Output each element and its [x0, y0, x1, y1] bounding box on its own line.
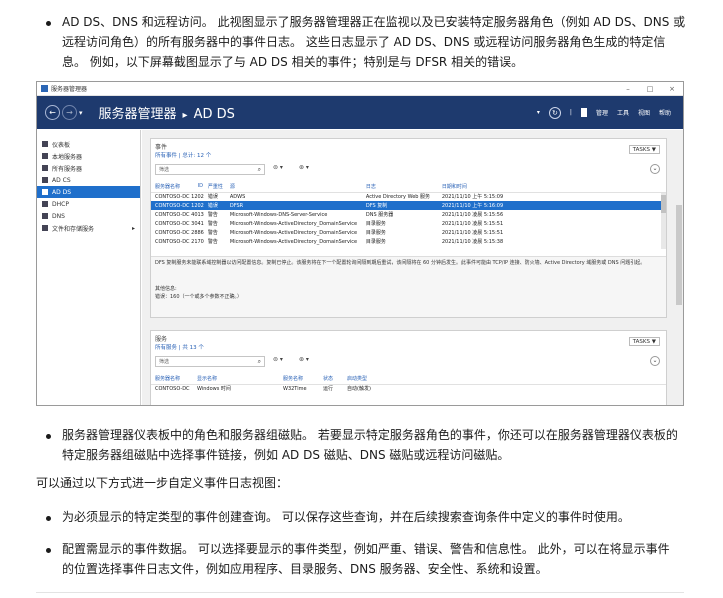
table-row[interactable]: CONTOSO-DC 1202 错误 DFSR DFS 复制 2021/11/10 上午… — [151, 201, 666, 210]
breadcrumb-root[interactable]: 服务器管理器 — [99, 107, 177, 122]
bullet — [46, 434, 54, 442]
column-header[interactable]: 显示名称 — [193, 373, 279, 385]
column-header[interactable]: 日期和时间 — [437, 181, 666, 193]
bullet — [46, 516, 54, 524]
history-dropdown-icon[interactable]: ▾ — [79, 109, 83, 117]
services-panel: 服务 所有服务 | 共 13 个 TASKS ▼ 筛选 ⌕ ⊜ ▾ ⊛ ▾ ⌄ … — [150, 330, 667, 405]
expand-arrow-icon[interactable]: ▸ — [132, 225, 135, 232]
filter-criteria-button[interactable]: ⊛ ▾ — [299, 356, 309, 363]
tiles-paragraph: 服务器管理器仪表板中的角色和服务器组磁贴。 若要显示特定服务器角色的事件，你还可… — [62, 428, 678, 462]
breadcrumb-current: AD DS — [193, 107, 235, 122]
sidebar-item-dhcp[interactable]: DHCP — [37, 198, 140, 210]
sidebar-item-ad-ds[interactable]: AD DS — [37, 186, 140, 198]
refresh-dropdown-icon[interactable]: ▾ — [537, 109, 540, 116]
search-icon[interactable]: ⌕ — [258, 357, 261, 367]
notifications-flag-icon[interactable] — [580, 108, 587, 117]
column-header[interactable]: ID — [193, 181, 204, 193]
intro-paragraph: AD DS、DNS 和远程访问。 此视图显示了服务器管理器正在监视以及已安装特定… — [62, 15, 686, 69]
main-content: 事件 所有事件 | 总计: 12 个 TASKS ▼ 筛选 ⌕ ⊜ ▾ ⊛ ▾ … — [142, 130, 683, 405]
sidebar-item-dashboard[interactable]: 仪表板 — [37, 138, 140, 150]
event-detail-text: DFS 复制服务未能联系域控制器以访问配置信息。复制已停止。该服务将在下一个配置… — [155, 260, 646, 266]
window-scrollbar[interactable] — [675, 130, 683, 405]
column-header[interactable]: 启动类型 — [343, 373, 666, 385]
ad-cs-icon — [42, 177, 48, 183]
collapse-icon[interactable]: ⌄ — [650, 164, 660, 174]
servers-icon — [42, 165, 48, 171]
filter-criteria-button[interactable]: ⊛ ▾ — [299, 164, 309, 171]
bullet — [46, 548, 54, 556]
storage-icon — [42, 225, 48, 231]
server-icon — [42, 153, 48, 159]
ad-ds-icon — [42, 189, 48, 195]
divider — [36, 592, 684, 593]
dhcp-icon — [42, 201, 48, 207]
services-title: 服务 — [155, 336, 168, 343]
breadcrumb: 服务器管理器 ▸ AD DS — [99, 103, 235, 122]
table-row[interactable]: CONTOSO-DC 2170 警告 Microsoft-Windows-Activ… — [151, 237, 666, 246]
scrollbar-thumb[interactable] — [661, 195, 666, 213]
customize-intro: 可以通过以下方式进一步自定义事件日志视图： — [36, 476, 289, 490]
breadcrumb-separator-icon: ▸ — [182, 110, 188, 121]
sidebar-item-local-server[interactable]: 本地服务器 — [37, 150, 140, 162]
server-manager-icon — [41, 85, 48, 92]
menu-manage[interactable]: 管理 — [596, 108, 608, 117]
search-icon[interactable]: ⌕ — [258, 165, 261, 175]
close-button[interactable]: × — [661, 85, 683, 93]
services-subtitle: 所有服务 | 共 13 个 — [155, 345, 204, 351]
title-bar: 服务器管理器 – □ × — [37, 82, 683, 96]
window-title: 服务器管理器 — [51, 86, 88, 93]
query-options-button[interactable]: ⊜ ▾ — [273, 164, 283, 171]
nav-bar: ← → ▾ 服务器管理器 ▸ AD DS ▾ ↻ | 管理 工具 视图 帮助 — [37, 96, 683, 129]
services-filter-input[interactable]: 筛选 ⌕ — [155, 356, 265, 367]
sidebar-item-file-storage[interactable]: 文件和存储服务 ▸ — [37, 222, 140, 234]
events-panel: 事件 所有事件 | 总计: 12 个 TASKS ▼ 筛选 ⌕ ⊜ ▾ ⊛ ▾ … — [150, 138, 667, 318]
scrollbar-thumb[interactable] — [676, 205, 682, 305]
column-header[interactable]: 源 — [225, 181, 362, 193]
column-header[interactable]: 严重性 — [203, 181, 226, 193]
back-button[interactable]: ← — [45, 105, 60, 120]
events-subtitle: 所有事件 | 总计: 12 个 — [155, 153, 212, 159]
sidebar-item-all-servers[interactable]: 所有服务器 — [37, 162, 140, 174]
menu-help[interactable]: 帮助 — [659, 108, 671, 117]
column-header[interactable]: 状态 — [319, 373, 343, 385]
table-row[interactable]: CONTOSO-DC 1202 错误 ADWS Active Directory We… — [151, 192, 666, 201]
services-table: 服务器名称 显示名称 服务名称 状态 启动类型 CONTOSO-DC Window… — [151, 373, 666, 393]
configure-data-paragraph: 配置需显示的事件数据。 可以选择要显示的事件类型，例如严重、错误、警告和信息性。… — [62, 542, 670, 576]
table-scrollbar[interactable] — [661, 193, 666, 249]
events-table: 服务器名称 ID 严重性 源 日志 日期和时间 CONTOSO-DC 1202 错… — [151, 181, 666, 246]
query-options-button[interactable]: ⊜ ▾ — [273, 356, 283, 363]
column-header[interactable]: 日志 — [361, 181, 438, 193]
menu-tools[interactable]: 工具 — [617, 108, 629, 117]
sidebar-item-dns[interactable]: DNS — [37, 210, 140, 222]
event-detail-extra-label: 其他信息: — [155, 286, 177, 292]
events-filter-input[interactable]: 筛选 ⌕ — [155, 164, 265, 175]
menu-view[interactable]: 视图 — [638, 108, 650, 117]
bullet — [46, 21, 54, 29]
nav-right-group: ▾ ↻ | 管理 工具 视图 帮助 — [537, 106, 683, 119]
create-query-paragraph: 为必须显示的特定类型的事件创建查询。 可以保存这些查询，并在后续搜索查询条件中定… — [62, 510, 630, 524]
column-header[interactable]: 服务器名称 — [151, 181, 194, 193]
dashboard-icon — [42, 141, 48, 147]
collapse-icon[interactable]: ⌄ — [650, 356, 660, 366]
events-title: 事件 — [155, 144, 168, 151]
table-row[interactable]: CONTOSO-DC Windows 时间 W32Time 运行 自动(触发) — [151, 384, 666, 393]
refresh-icon[interactable]: ↻ — [548, 106, 561, 119]
column-header[interactable]: 服务名称 — [279, 373, 319, 385]
table-row[interactable]: CONTOSO-DC 2886 警告 Microsoft-Windows-Activ… — [151, 228, 666, 237]
sidebar: 仪表板 本地服务器 所有服务器 AD CS AD DS DHCP DNS 文件和… — [37, 130, 141, 405]
table-row[interactable]: CONTOSO-DC 4013 警告 Microsoft-Windows-DNS-S… — [151, 210, 666, 219]
table-row[interactable]: CONTOSO-DC 3041 警告 Microsoft-Windows-Activ… — [151, 219, 666, 228]
dns-icon — [42, 213, 48, 219]
services-tasks-button[interactable]: TASKS ▼ — [628, 337, 660, 346]
event-detail-extra-value: 错误：160（一个或多个参数不正确。） — [155, 294, 243, 300]
maximize-button[interactable]: □ — [639, 85, 661, 93]
divider: | — [569, 109, 572, 116]
forward-button[interactable]: → — [62, 105, 77, 120]
minimize-button[interactable]: – — [617, 85, 639, 93]
events-tasks-button[interactable]: TASKS ▼ — [628, 145, 660, 154]
server-manager-screenshot: 服务器管理器 – □ × ← → ▾ 服务器管理器 ▸ AD DS ▾ ↻ | 管理… — [36, 81, 684, 406]
column-header[interactable]: 服务器名称 — [151, 373, 193, 385]
sidebar-item-ad-cs[interactable]: AD CS — [37, 174, 140, 186]
